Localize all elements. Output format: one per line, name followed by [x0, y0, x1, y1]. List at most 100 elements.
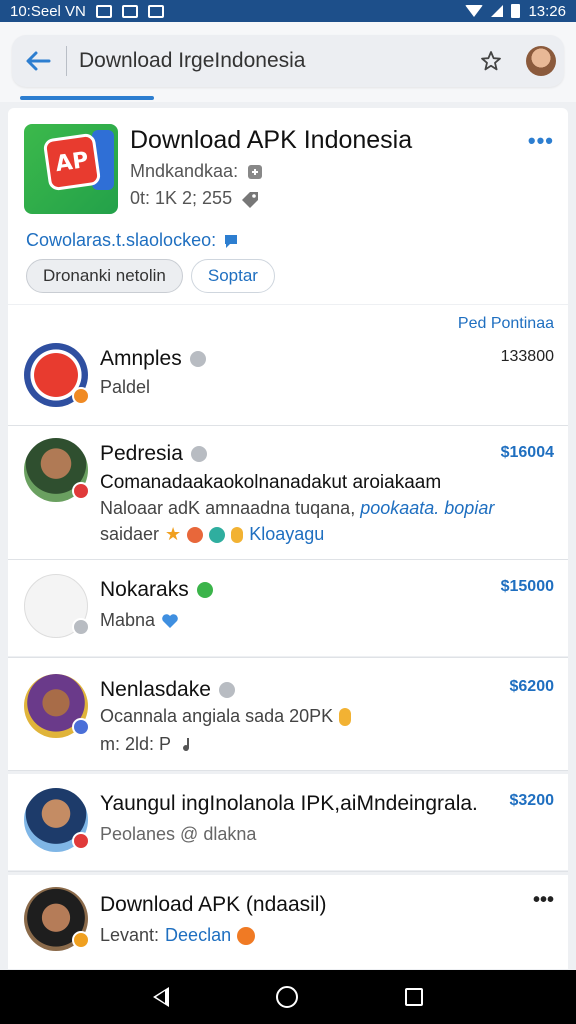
list-item-tag-link[interactable]: Kloayagu — [249, 524, 324, 545]
avatar — [24, 788, 90, 852]
list-item-title: Yaungul ingInolanola IPK,aiMndeingrala. — [100, 792, 478, 816]
app-title: Download APK Indonesia — [130, 126, 413, 154]
battery-icon — [511, 4, 521, 18]
more-options-icon[interactable]: ••• — [533, 889, 554, 912]
avatar — [24, 574, 90, 638]
list-item[interactable]: Ped Pontinaa Amnples Paldel 133800 — [8, 305, 568, 425]
info-icon — [218, 682, 235, 698]
tab-indicator — [20, 96, 154, 100]
face-emoji-icon — [187, 526, 204, 543]
avatar-badge — [72, 482, 90, 500]
app-developer-label: Mndkandkaa: — [130, 161, 239, 181]
action-pills: Dronanki netolin Soptar — [26, 259, 275, 293]
list-item-subtitle-label: Levant: — [100, 925, 160, 945]
verified-icon — [196, 582, 213, 598]
list-item-title: Nokaraks — [100, 578, 213, 602]
app-link[interactable]: Cowolaras.t.slaolockeo: — [26, 230, 240, 251]
list-item-subtitle-link[interactable]: Deeclan — [165, 925, 231, 946]
developer-icon — [248, 164, 263, 179]
music-note-icon — [183, 737, 190, 751]
tag-icon — [242, 191, 259, 208]
list-item-subtitle: Paldel — [100, 377, 151, 397]
list-item-name: Pedresia — [100, 442, 183, 465]
list-item-tag-label: saidaer — [100, 524, 160, 544]
app-meta: 0t: 1K 2; 255 — [130, 188, 260, 209]
search-input[interactable]: Download IrgeIndonesia — [79, 49, 478, 73]
avatar-badge — [72, 931, 90, 949]
list-item-description: Ocannala angiala sada 20PK — [100, 706, 352, 727]
list-item-title: Amnples — [100, 347, 206, 371]
list-item[interactable]: Nokaraks Mabna $15000 — [8, 560, 568, 656]
list-item-name: Nokaraks — [100, 578, 189, 601]
status-text: 10:Seel VN — [10, 2, 86, 20]
app-link-text[interactable]: Cowolaras.t.slaolockeo: — [26, 230, 216, 251]
chat-bubble-icon — [225, 234, 238, 248]
list-item-name: Download APK (ndaasil) — [100, 893, 327, 916]
list-item-name: Amnples — [100, 347, 182, 370]
list-item-subtitle: Levant: Deeclan — [100, 925, 256, 946]
list-item-value: 133800 — [500, 348, 554, 365]
star-emoji-icon: ★ — [165, 524, 182, 544]
wifi-icon — [465, 5, 484, 17]
status-bar: 10:Seel VN 13:26 — [0, 0, 576, 22]
list-item-name: Yaungul ingInolanola IPK,aiMndeingrala. — [100, 792, 478, 815]
list-item-name: Nenlasdake — [100, 678, 211, 701]
search-divider — [66, 46, 67, 76]
list-item[interactable]: Download APK (ndaasil) Levant: Deeclan •… — [8, 875, 568, 969]
list-item-detail-text: Naloaar adK amnaadna tuqana, — [100, 498, 356, 518]
gallery-icon — [147, 4, 164, 18]
list-item-title: Nenlasdake — [100, 678, 235, 702]
list-item-tags: saidaer ★ Kloayagu — [100, 524, 324, 545]
heart-icon — [162, 613, 178, 628]
app-icon-logo: AP — [42, 132, 102, 192]
notification-icon — [95, 4, 112, 18]
app-developer: Mndkandkaa: — [130, 161, 264, 182]
list-item-title: Download APK (ndaasil) — [100, 893, 326, 917]
signal-icon — [491, 5, 504, 17]
list-item[interactable]: Nenlasdake Ocannala angiala sada 20PK m:… — [8, 658, 568, 770]
message-icon — [121, 4, 138, 18]
avatar — [24, 438, 90, 502]
avatar — [24, 343, 90, 407]
search-bar[interactable]: Download IrgeIndonesia — [12, 35, 564, 87]
section-link[interactable]: Ped Pontinaa — [458, 315, 554, 333]
list-item-detail-link[interactable]: pookaata. bopiar — [360, 498, 494, 518]
app-card[interactable]: AP Download APK Indonesia Mndkandkaa: 0t… — [8, 108, 568, 304]
globe-emoji-icon — [209, 526, 226, 543]
divider — [8, 871, 568, 872]
hand-emoji-icon — [231, 526, 244, 543]
avatar-badge — [72, 718, 90, 736]
app-icon: AP — [24, 124, 118, 214]
list-item-title: Pedresia — [100, 442, 207, 466]
avatar-badge — [72, 832, 90, 850]
list-item-description: Comanadaakaokolnanadakut aroiakaam — [100, 472, 442, 493]
list-item-value: $16004 — [500, 444, 554, 461]
info-icon — [189, 351, 206, 367]
list-item-detail-text: m: 2ld: P — [100, 734, 172, 754]
list-item[interactable]: Yaungul ingInolanola IPK,aiMndeingrala. … — [8, 774, 568, 870]
list-item-value: $6200 — [509, 678, 555, 695]
nav-back-icon[interactable] — [153, 987, 170, 1007]
more-options-icon[interactable]: ••• — [528, 128, 554, 154]
avatar — [24, 887, 90, 951]
list-item-description-text: Ocannala angiala sada 20PK — [100, 706, 334, 726]
list-item-detail: m: 2ld: P — [100, 734, 195, 755]
divider — [8, 770, 568, 771]
list-item-value: $15000 — [500, 578, 554, 595]
star-icon[interactable] — [478, 48, 504, 74]
list-item-detail: Naloaar adK amnaadna tuqana, pookaata. b… — [100, 498, 494, 519]
support-button[interactable]: Soptar — [190, 259, 275, 293]
list-item-subtitle: Peolanes @ dlakna — [100, 824, 257, 844]
list-item-subtitle-text: Mabna — [100, 610, 156, 630]
list-item[interactable]: Pedresia Comanadaakaokolnanadakut aroiak… — [8, 426, 568, 559]
status-time: 13:26 — [528, 2, 566, 20]
nav-home-icon[interactable] — [275, 986, 298, 1008]
profile-avatar[interactable] — [526, 46, 556, 76]
search-header: Download IrgeIndonesia — [0, 22, 576, 102]
avatar — [24, 674, 90, 738]
nav-recent-apps-icon[interactable] — [404, 988, 423, 1006]
list-item-value: $3200 — [509, 792, 555, 809]
download-button[interactable]: Dronanki netolin — [26, 259, 183, 293]
thumbs-up-icon — [339, 707, 352, 726]
back-arrow-icon[interactable] — [24, 47, 52, 75]
